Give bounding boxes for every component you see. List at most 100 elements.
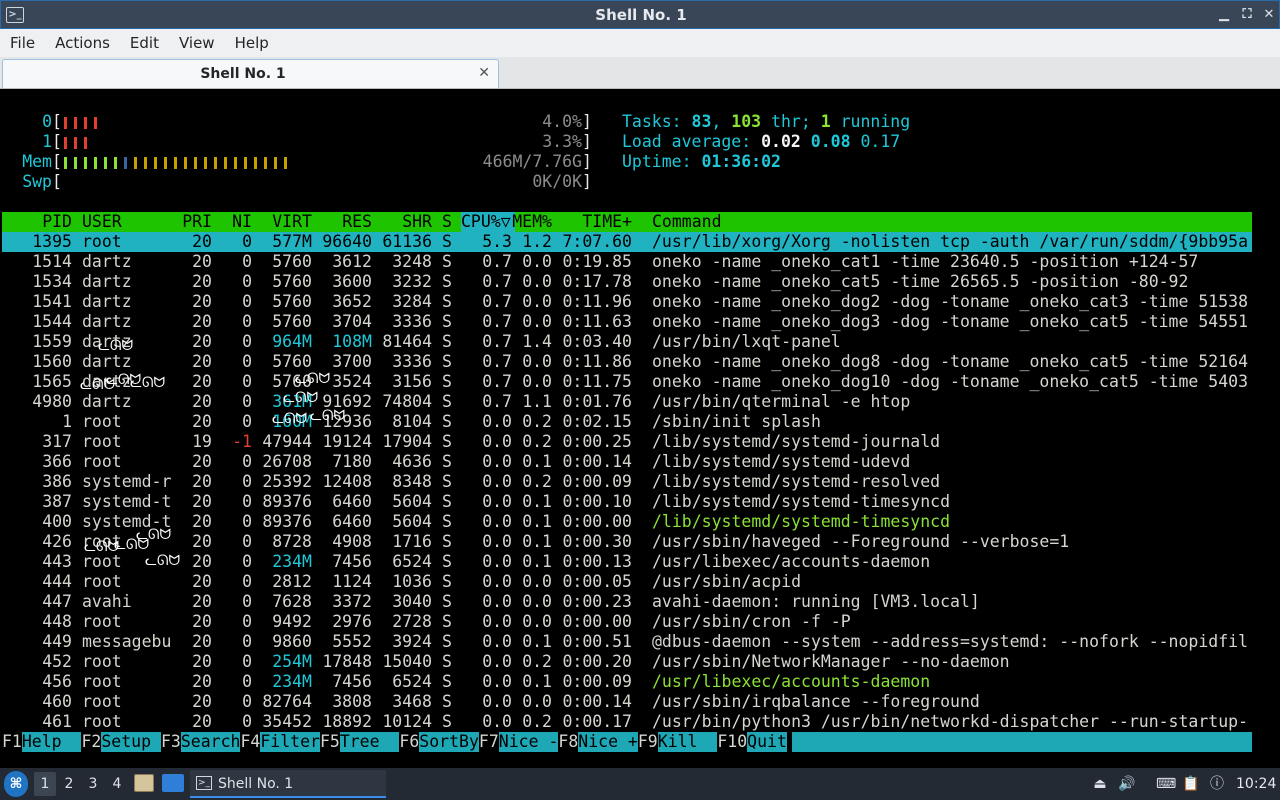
- fkey-label[interactable]: Kill: [657, 732, 718, 752]
- fkey-f7[interactable]: F7: [479, 732, 499, 751]
- fkey-label[interactable]: Nice +: [578, 732, 638, 752]
- col-command[interactable]: Command: [652, 212, 722, 232]
- clipboard-icon[interactable]: 📋: [1182, 775, 1200, 793]
- network-icon[interactable]: ⏏: [1091, 775, 1109, 793]
- table-row[interactable]: 366 root 20 0 26708 7180 4636 S 0.0 0.1 0:00.14/li…: [2, 452, 1252, 472]
- meter-bar-segment: [114, 157, 117, 169]
- fkey-f3[interactable]: F3: [161, 732, 181, 751]
- table-row[interactable]: 444 root 20 0 2812 1124 1036 S 0.0 0.0 0:00.05/usr…: [2, 572, 1252, 592]
- col-pid[interactable]: PID: [2, 212, 72, 232]
- col-cpu-sorted[interactable]: CPU%▽: [461, 212, 515, 232]
- table-row[interactable]: 1565 dartz 20 0 5760 3524 3156 S 0.7 0.0 0:11.75 on…: [2, 372, 1252, 392]
- file-manager-icon[interactable]: [134, 774, 154, 792]
- taskbar-item-shell[interactable]: >_ Shell No. 1: [190, 770, 386, 798]
- tab-close-icon[interactable]: ✕: [478, 65, 490, 81]
- table-row[interactable]: 456 root 20 0 234M 7456 6524 S 0.0 0.1 0:00.09/usr…: [2, 672, 1252, 692]
- fkey-f4[interactable]: F4: [240, 732, 260, 751]
- volume-icon[interactable]: 🔊: [1118, 775, 1136, 793]
- clock[interactable]: 10:24: [1236, 768, 1276, 800]
- menu-help[interactable]: Help: [225, 34, 279, 52]
- cell-command: oneko -name _oneko_dog3 -dog -toname _on…: [652, 312, 1249, 331]
- lxqt-start-icon[interactable]: ⌘: [4, 771, 28, 797]
- meter-bracket-open: [: [52, 152, 62, 171]
- fkey-f1[interactable]: F1: [2, 732, 22, 751]
- table-row[interactable]: 1534 dartz 20 0 5760 3600 3232 S 0.7 0.0 0:17.78 on…: [2, 272, 1252, 292]
- tab-bar: Shell No. 1 ✕: [0, 57, 1280, 89]
- fkey-f9[interactable]: F9: [638, 732, 658, 751]
- cell-pid: 1: [62, 412, 72, 431]
- fkey-f5[interactable]: F5: [320, 732, 340, 751]
- table-row[interactable]: 387 systemd-t 20 0 89376 6460 5604 S 0.0 0.1 0:00.…: [2, 492, 1252, 512]
- fkey-label[interactable]: SortBy: [419, 732, 479, 752]
- fkey-label[interactable]: Quit: [747, 732, 787, 752]
- menu-edit[interactable]: Edit: [120, 34, 169, 52]
- fkey-label[interactable]: Nice -: [498, 732, 559, 752]
- table-row[interactable]: 1559 dartz 20 0 964M 108M 81464 S 0.7 1.4 0:03.40/…: [2, 332, 1252, 352]
- table-row[interactable]: 317 root 19 -1 47944 19124 17904 S 0.0 0.2 0:00.25…: [2, 432, 1252, 452]
- table-row[interactable]: 461 root 20 0 35452 18892 10124 S 0.0 0.2 0:00.17 /…: [2, 712, 1252, 732]
- table-row[interactable]: 1560 dartz 20 0 5760 3700 3336 S 0.7 0.0 0:11.86 on…: [2, 352, 1252, 372]
- table-row-selected[interactable]: 1395 root 20 0 577M 96640 61136 S 5.3 1.2 7:07.60 /…: [2, 232, 1252, 252]
- update-notifier-icon[interactable]: ⓘ: [1208, 775, 1226, 793]
- col-state[interactable]: S: [442, 212, 452, 232]
- desktop-3[interactable]: 3: [82, 772, 104, 796]
- fkey-f6[interactable]: F6: [399, 732, 419, 751]
- table-row[interactable]: 4980 dartz 20 0 361M 91692 74804 S 0.7 1.1 0:01.76…: [2, 392, 1252, 412]
- cell-state: S: [442, 512, 452, 531]
- col-time[interactable]: TIME+: [562, 212, 632, 232]
- menu-actions[interactable]: Actions: [45, 34, 120, 52]
- desktop-4[interactable]: 4: [106, 772, 128, 796]
- table-row[interactable]: 452 root 20 0 254M 17848 15040 S 0.0 0.2 0:00.20/u…: [2, 652, 1252, 672]
- table-row[interactable]: 426 root 20 0 8728 4908 1716 S 0.0 0.1 0:00.30/usr…: [2, 532, 1252, 552]
- desktop-2[interactable]: 2: [58, 772, 80, 796]
- show-desktop-icon[interactable]: [162, 774, 184, 792]
- table-row[interactable]: 448 root 20 0 9492 2976 2728 S 0.0 0.0 0:00.00/usr…: [2, 612, 1252, 632]
- table-row[interactable]: 443 root 20 0 234M 7456 6524 S 0.0 0.1 0:00.13/usr…: [2, 552, 1252, 572]
- fkey-label[interactable]: Help: [21, 732, 82, 752]
- cell-ni: 0: [242, 692, 252, 711]
- keyboard-icon[interactable]: ⌨: [1156, 775, 1176, 793]
- fkey-label[interactable]: Filter: [260, 732, 320, 752]
- fkey-label[interactable]: Search: [180, 732, 241, 752]
- col-pri[interactable]: PRI: [152, 212, 212, 232]
- table-row[interactable]: 1 root 20 0 160M 12936 8104 S 0.0 0.2 0:02.15/sbin…: [2, 412, 1252, 432]
- cell-pid: 1559: [32, 332, 72, 351]
- table-row[interactable]: 449 messagebu 20 0 9860 5552 3924 S 0.0 0.1 0:00.5…: [2, 632, 1252, 652]
- col-shr[interactable]: SHR: [372, 212, 432, 232]
- process-table-header[interactable]: PID USER PRI NI VIRT RES SHR S CPU%▽ MEM…: [2, 212, 1252, 232]
- tab-shell-1[interactable]: Shell No. 1 ✕: [2, 59, 499, 88]
- mem-meter: Mem [ 466M/7.76G ]: [2, 152, 602, 172]
- table-row[interactable]: 447 avahi 20 0 7628 3372 3040 S 0.0 0.0 0:00.23 ava…: [2, 592, 1252, 612]
- menu-view[interactable]: View: [169, 34, 225, 52]
- table-row[interactable]: 1514 dartz 20 0 5760 3612 3248 S 0.7 0.0 0:19.85 on…: [2, 252, 1252, 272]
- fkey-label[interactable]: Setup: [101, 732, 161, 752]
- cell-mem: 0.0: [522, 372, 552, 391]
- window-titlebar[interactable]: >_ Shell No. 1 ▁ ⛶ ✕: [0, 0, 1280, 29]
- col-mem[interactable]: MEM%: [512, 212, 552, 232]
- cell-ni: 0: [242, 372, 252, 391]
- table-row[interactable]: 400 systemd-t 20 0 89376 6460 5604 S 0.0 0.1 0:00.…: [2, 512, 1252, 532]
- col-virt[interactable]: VIRT: [252, 212, 312, 232]
- table-row[interactable]: 460 root 20 0 82764 3808 3468 S 0.0 0.0 0:00.14/us…: [2, 692, 1252, 712]
- terminal-view[interactable]: 0 [ 4.0% ] 1 [ 3.3% ] Mem [ 466M/7.76G ]…: [2, 90, 1278, 759]
- fkey-label[interactable]: Tree: [339, 732, 400, 752]
- cell-pri: 20: [192, 472, 212, 491]
- cell-virt: 2812: [272, 572, 312, 591]
- table-row[interactable]: 1541 dartz 20 0 5760 3652 3284 S 0.7 0.0 0:11.96 on…: [2, 292, 1252, 312]
- col-ni[interactable]: NI: [212, 212, 252, 232]
- close-button[interactable]: ✕: [1260, 6, 1278, 24]
- maximize-button[interactable]: ⛶: [1238, 6, 1256, 24]
- oneko-cat-sprite: ᓚᘏᗢ: [98, 338, 134, 354]
- cell-shr: 3336: [392, 312, 432, 331]
- desktop-1[interactable]: 1: [34, 772, 56, 796]
- table-row[interactable]: 386 systemd-r 20 0 25392 12408 8348 S 0.0 0.2 0:00…: [2, 472, 1252, 492]
- cell-mem: 0.1: [522, 512, 552, 531]
- fkey-f8[interactable]: F8: [558, 732, 578, 751]
- fkey-f2[interactable]: F2: [81, 732, 101, 751]
- menu-file[interactable]: File: [0, 34, 45, 52]
- fkey-f10[interactable]: F10: [717, 732, 747, 751]
- col-user[interactable]: USER: [82, 212, 122, 232]
- minimize-button[interactable]: ▁: [1215, 6, 1233, 24]
- col-res[interactable]: RES: [312, 212, 372, 232]
- table-row[interactable]: 1544 dartz 20 0 5760 3704 3336 S 0.7 0.0 0:11.63 on…: [2, 312, 1252, 332]
